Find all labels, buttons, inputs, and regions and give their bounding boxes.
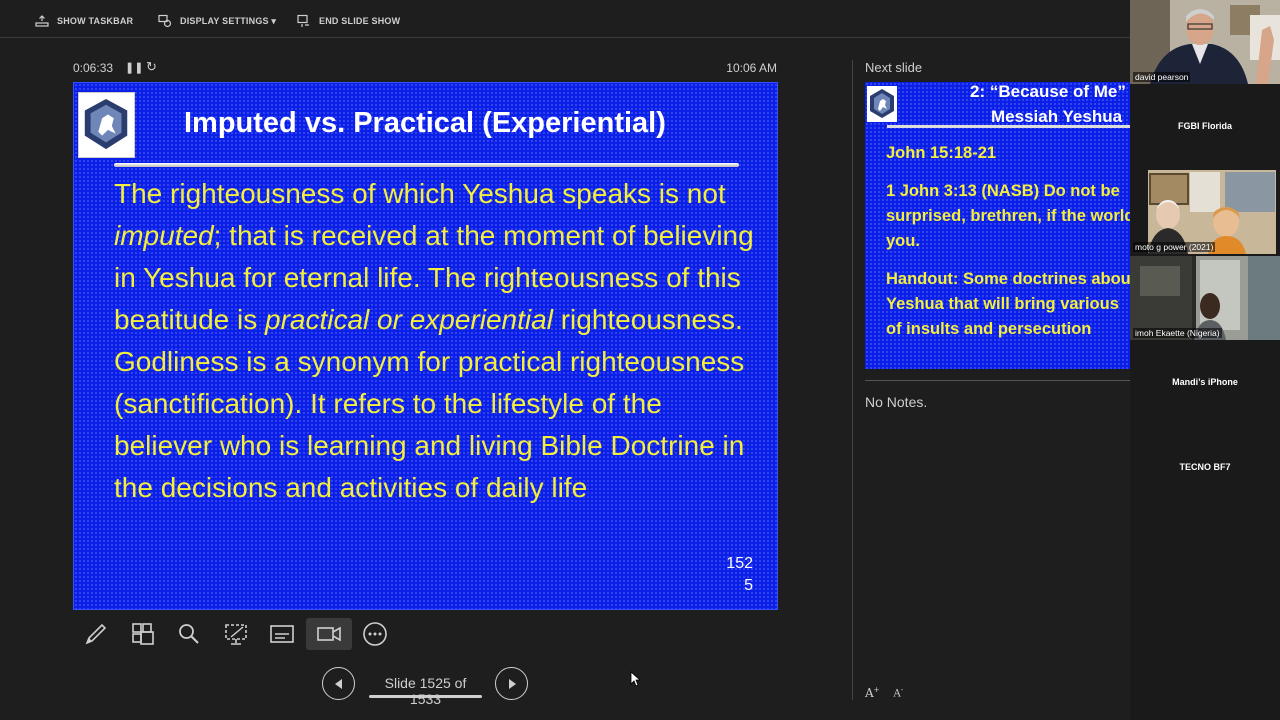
participant-strip: david pearson FGBI Florida moto g power … [1130, 0, 1280, 720]
increase-font-icon[interactable]: A+ [865, 686, 880, 700]
presenter-toolbar: SHOW TASKBAR DISPLAY SETTINGS ▾ END SLID… [0, 0, 1130, 38]
end-slide-show-label: END SLIDE SHOW [319, 16, 401, 26]
slide-body-text: The righteousness of which Yeshua speaks… [114, 178, 754, 503]
notes-divider [865, 380, 1130, 381]
zoom-button[interactable] [166, 618, 213, 650]
next-slide-button[interactable] [495, 667, 528, 700]
display-settings-icon [158, 14, 172, 28]
end-show-icon [297, 14, 309, 27]
display-settings-label: DISPLAY SETTINGS ▾ [180, 15, 277, 26]
mouse-cursor-icon [630, 671, 640, 687]
presenter-view: SHOW TASKBAR DISPLAY SETTINGS ▾ END SLID… [0, 0, 1280, 720]
screen-icon [224, 624, 247, 645]
previous-slide-button[interactable] [322, 667, 355, 700]
participant-tile[interactable]: moto g power (2021) [1130, 170, 1280, 254]
participant-tile[interactable]: Mandi’s iPhone [1130, 341, 1280, 425]
notes-font-size-controls: A+ A- [865, 686, 903, 700]
title-divider [114, 163, 739, 167]
more-icon [363, 622, 388, 646]
slide-number: 152 5 [726, 555, 753, 594]
see-all-slides-button[interactable] [120, 618, 167, 650]
reset-timer-icon[interactable]: ↻ [146, 59, 157, 75]
next-slide-ref: John 15:18-21 [886, 144, 997, 162]
current-time: 10:06 AM [726, 61, 777, 75]
slide-counter[interactable]: Slide 1525 of 1533 [368, 675, 483, 707]
participant-tile[interactable]: TECNO BF7 [1130, 426, 1280, 510]
participant-name: imoh Ekaette (Nigeria) [1133, 328, 1222, 338]
pause-timer-icon[interactable]: ❚❚ [125, 61, 143, 74]
participant-tile[interactable]: imoh Ekaette (Nigeria) [1130, 256, 1280, 340]
next-slide-logo [867, 86, 897, 122]
participant-name: FGBI Florida [1178, 121, 1232, 131]
next-slide-divider [887, 125, 1130, 128]
participant-name: david pearson [1133, 72, 1191, 82]
grid-icon [131, 623, 154, 645]
pen-icon [85, 623, 107, 645]
show-taskbar-label: SHOW TASKBAR [57, 16, 134, 26]
next-slide-title-2: Messiah Yeshua [991, 107, 1123, 126]
ministry-logo [78, 92, 135, 158]
slide-title: Imputed vs. Practical (Experiential) [184, 107, 666, 139]
subtitles-icon [270, 625, 295, 643]
black-screen-button[interactable] [213, 618, 260, 650]
video-camera-icon [316, 626, 341, 642]
more-options-button[interactable] [352, 618, 399, 650]
participant-tile[interactable]: david pearson [1130, 0, 1280, 84]
participant-tile[interactable]: FGBI Florida [1130, 85, 1280, 169]
pane-divider[interactable] [852, 60, 853, 700]
taskbar-icon [35, 15, 49, 27]
camera-toggle-button[interactable] [305, 618, 352, 650]
speaker-notes[interactable]: No Notes. [865, 394, 927, 410]
end-slide-show-button[interactable]: END SLIDE SHOW [297, 14, 400, 28]
next-slide-handout: Handout: Some doctrines about Yeshua tha… [886, 270, 1130, 338]
next-slide-title-1: 2: “Because of Me” [970, 82, 1126, 101]
display-settings-button[interactable]: DISPLAY SETTINGS ▾ [158, 14, 276, 28]
participant-name: TECNO BF7 [1179, 462, 1231, 472]
current-slide[interactable]: Imputed vs. Practical (Experiential) The… [73, 82, 778, 610]
participant-name: moto g power (2021) [1133, 242, 1216, 252]
decrease-font-icon[interactable]: A- [894, 686, 904, 700]
magnifier-icon [179, 624, 199, 644]
previous-arrow-icon [334, 678, 342, 689]
show-taskbar-button[interactable]: SHOW TASKBAR [35, 14, 133, 28]
presenter-tools [73, 618, 399, 650]
next-slide-preview[interactable]: 2: “Because of Me” Messiah Yeshua John 1… [865, 82, 1130, 369]
elapsed-timer: 0:06:33 [73, 61, 114, 75]
participant-name: Mandi’s iPhone [1172, 377, 1238, 387]
next-slide-verse: 1 John 3:13 (NASB) Do not be surprised, … [886, 182, 1130, 250]
next-arrow-icon [508, 678, 516, 689]
subtitles-button[interactable] [259, 618, 306, 650]
counter-underline [369, 695, 482, 698]
pen-tool-button[interactable] [73, 618, 120, 650]
next-slide-label: Next slide [865, 60, 923, 75]
